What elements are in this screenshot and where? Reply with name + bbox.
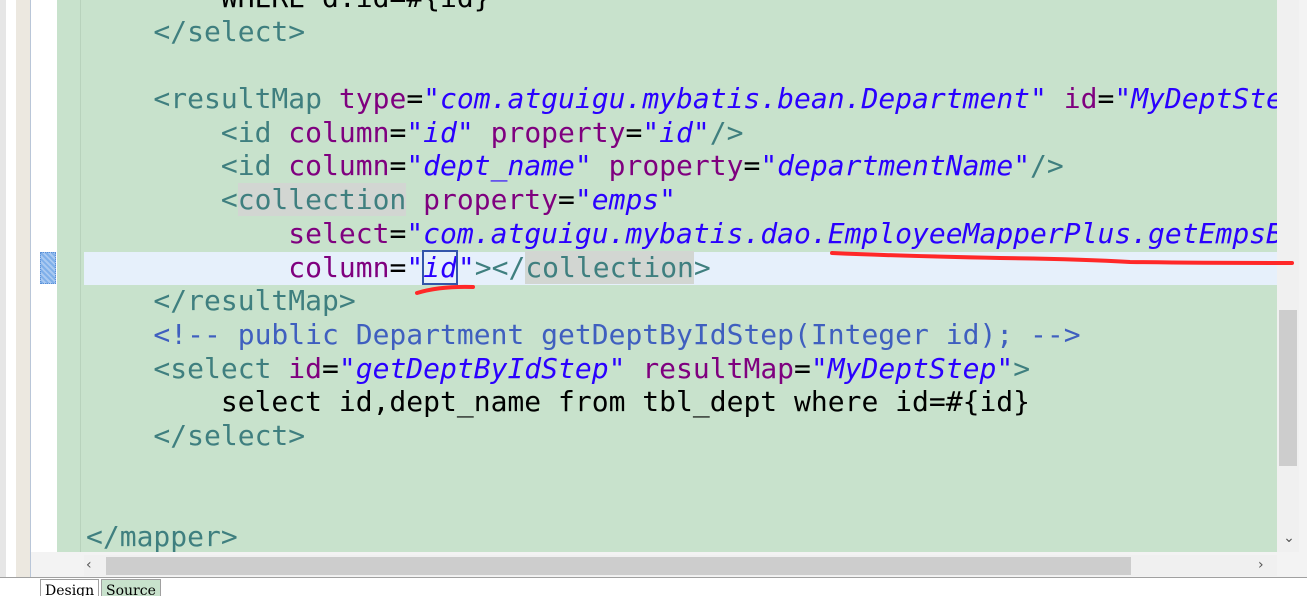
code-token: WHERE d.id=#{id}	[86, 0, 491, 14]
code-token: id	[288, 351, 323, 385]
code-token: "	[457, 250, 475, 284]
code-token: </mapper>	[86, 520, 238, 552]
code-token: =	[389, 216, 407, 250]
current-line-marker[interactable]	[40, 252, 56, 284]
code-token: <id	[86, 149, 289, 183]
code-line[interactable]: column="id"></collection>	[86, 249, 1277, 285]
code-token: <id	[86, 115, 289, 149]
code-token: </select>	[86, 418, 306, 452]
code-token: "emps"	[574, 183, 677, 217]
code-token: property	[490, 115, 626, 149]
code-line[interactable]: <id column="id" property="id"/>	[86, 116, 1277, 150]
code-token: "MyDeptStep"	[810, 351, 1014, 385]
code-token: id	[1063, 82, 1098, 116]
code-token: />	[1030, 149, 1064, 183]
scroll-down-arrow-icon[interactable]: ⌄	[1280, 530, 1298, 550]
code-token: "	[406, 250, 424, 284]
code-token: "dept_name"	[406, 149, 592, 183]
code-line[interactable]	[86, 486, 1277, 520]
code-line[interactable]: <!-- public Department getDeptByIdStep(I…	[86, 318, 1277, 352]
code-line[interactable]: select id,dept_name from tbl_dept where …	[86, 385, 1277, 419]
code-token: =	[625, 115, 643, 149]
code-line[interactable]: </select>	[86, 419, 1277, 453]
code-token: =	[794, 351, 811, 385]
code-token: <resultMap	[86, 82, 339, 116]
code-token: =	[743, 149, 761, 183]
code-token: <!-- public Department getDeptByIdStep(I…	[86, 317, 1081, 351]
code-token: =	[1097, 82, 1115, 116]
code-line[interactable]	[86, 48, 1277, 82]
code-token: =	[558, 183, 575, 217]
editor-tab-bar	[0, 577, 1307, 596]
left-panel-border	[16, 0, 31, 580]
code-token: property	[608, 149, 744, 183]
vertical-scrollbar[interactable]	[1277, 0, 1299, 552]
code-token: />	[709, 115, 744, 149]
code-token: resultMap	[642, 351, 795, 385]
code-line[interactable]: WHERE d.id=#{id}	[86, 0, 1277, 15]
code-token: =	[389, 149, 407, 183]
horizontal-scroll-thumb[interactable]	[106, 557, 1131, 575]
code-token: "id"	[642, 115, 710, 149]
code-token: >	[693, 250, 711, 284]
code-token: <	[86, 183, 238, 217]
code-token: "MyDeptStep">	[1114, 82, 1277, 116]
code-token: "departmentName"	[760, 149, 1031, 183]
code-token: id	[422, 249, 458, 285]
code-token: =	[389, 250, 407, 284]
code-area[interactable]: WHERE d.id=#{id} </select> <resultMap ty…	[86, 0, 1277, 552]
code-token: column	[288, 250, 390, 284]
xml-source-editor[interactable]: WHERE d.id=#{id} </select> <resultMap ty…	[57, 0, 1277, 552]
scroll-left-arrow-icon[interactable]: ‹	[86, 555, 104, 576]
code-token: =	[406, 82, 424, 116]
code-token: <select	[86, 351, 289, 385]
vertical-scroll-thumb[interactable]	[1279, 310, 1297, 466]
code-line[interactable]: <resultMap type="com.atguigu.mybatis.bea…	[86, 82, 1277, 116]
code-line[interactable]: </select>	[86, 15, 1277, 49]
code-line[interactable]: select="com.atguigu.mybatis.dao.Employee…	[86, 217, 1277, 251]
code-token: =	[389, 115, 407, 149]
code-token: "id"	[406, 115, 474, 149]
code-line[interactable]: <select id="getDeptByIdStep" resultMap="…	[86, 352, 1277, 386]
code-token: </resultMap>	[86, 284, 356, 318]
code-token: column	[288, 149, 390, 183]
code-token: =	[322, 351, 339, 385]
code-line[interactable]: </mapper>	[86, 520, 1277, 552]
code-token: >	[1013, 351, 1031, 385]
code-token: ></	[474, 250, 526, 284]
tab-source[interactable]: Source	[101, 579, 161, 596]
code-token: "com.atguigu.mybatis.dao.EmployeeMapperP…	[406, 216, 1277, 250]
code-line[interactable]	[86, 453, 1277, 487]
tab-design[interactable]: Design	[40, 579, 100, 596]
code-token: property	[423, 183, 559, 217]
code-token: collection	[237, 183, 407, 217]
scroll-right-arrow-icon[interactable]: ›	[1258, 555, 1276, 576]
code-token: collection	[525, 250, 694, 284]
left-panel	[6, 0, 16, 580]
code-token: column	[288, 115, 390, 149]
code-token: "getDeptByIdStep"	[338, 351, 626, 385]
code-line[interactable]: <id column="dept_name" property="departm…	[86, 149, 1277, 183]
code-token: type	[338, 82, 407, 116]
code-line[interactable]: </resultMap>	[86, 284, 1277, 318]
folding-gutter	[57, 0, 81, 552]
code-token: select id,dept_name from tbl_dept where …	[86, 385, 1031, 419]
code-token: select	[288, 216, 390, 250]
code-token: "com.atguigu.mybatis.bean.Department"	[423, 82, 1047, 116]
code-line[interactable]: <collection property="emps"	[86, 183, 1277, 217]
code-token: </select>	[86, 14, 306, 48]
